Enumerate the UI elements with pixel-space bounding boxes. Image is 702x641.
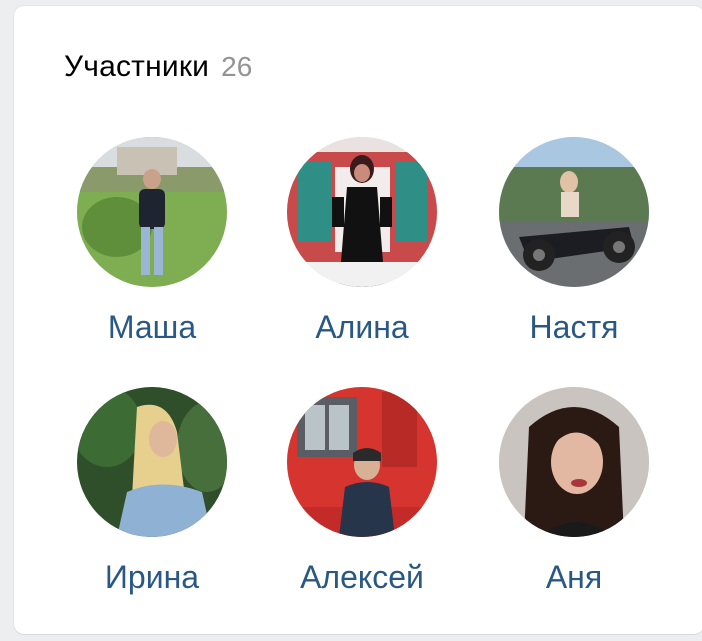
member-avatar[interactable] xyxy=(499,137,649,287)
member-avatar[interactable] xyxy=(287,387,437,537)
avatar-photo xyxy=(287,387,437,537)
member-name[interactable]: Настя xyxy=(530,309,619,346)
member-avatar[interactable] xyxy=(499,387,649,537)
avatar-photo xyxy=(77,137,227,287)
avatar-photo xyxy=(287,137,437,287)
member-name[interactable]: Алина xyxy=(315,309,408,346)
member-item[interactable]: Настя xyxy=(474,137,674,346)
member-item[interactable]: Аня xyxy=(474,387,674,596)
member-name[interactable]: Аня xyxy=(546,559,602,596)
member-name[interactable]: Алексей xyxy=(300,559,424,596)
members-title[interactable]: Участники xyxy=(64,50,209,84)
member-item[interactable]: Маша xyxy=(52,137,252,346)
member-avatar[interactable] xyxy=(287,137,437,287)
members-header[interactable]: Участники 26 xyxy=(64,50,252,90)
avatar-photo xyxy=(77,387,227,537)
avatar-photo xyxy=(499,137,649,287)
members-card: Участники 26 Маша Алина Настя Ирина Алек… xyxy=(14,6,702,634)
members-count: 26 xyxy=(221,51,253,82)
member-avatar[interactable] xyxy=(77,387,227,537)
member-name[interactable]: Ирина xyxy=(105,559,199,596)
avatar-photo xyxy=(499,387,649,537)
member-item[interactable]: Ирина xyxy=(52,387,252,596)
member-item[interactable]: Алина xyxy=(262,137,462,346)
member-name[interactable]: Маша xyxy=(108,309,196,346)
member-item[interactable]: Алексей xyxy=(262,387,462,596)
member-avatar[interactable] xyxy=(77,137,227,287)
